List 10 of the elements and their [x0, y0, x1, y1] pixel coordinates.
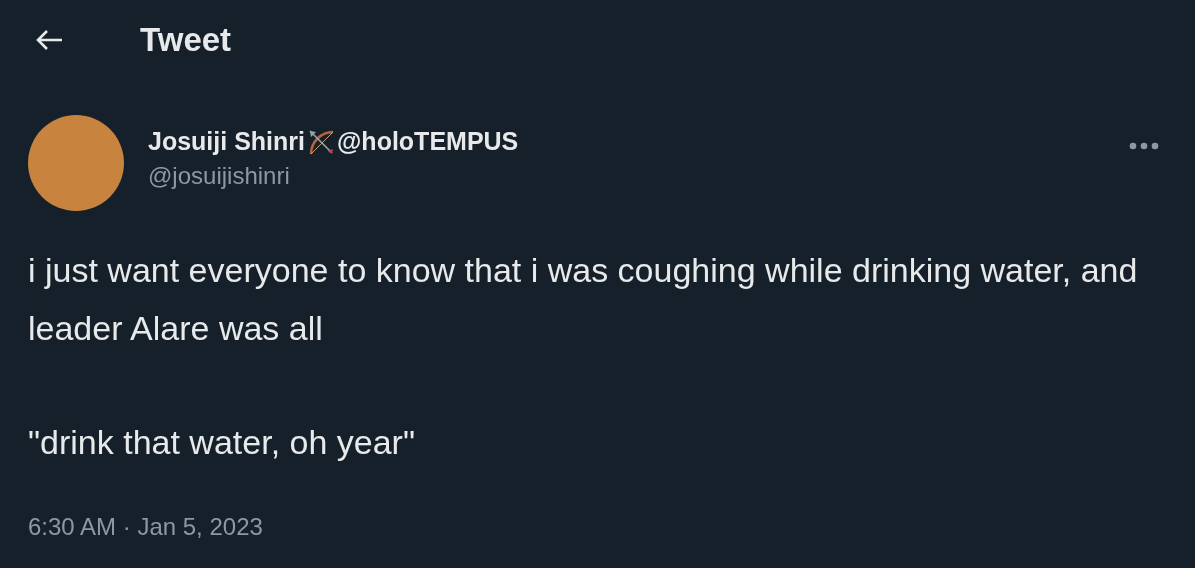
display-name[interactable]: Josuiji Shinri — [148, 127, 305, 156]
more-options-icon[interactable] — [1129, 142, 1159, 150]
display-name-suffix: @holoTEMPUS — [337, 127, 519, 156]
tweet-text: i just want everyone to know that i was coughing while drinking water, and leader Alare was all — [28, 250, 1139, 349]
page-title: Tweet — [140, 21, 232, 59]
user-handle[interactable]: @josuijishinri — [148, 162, 290, 190]
tweet-timestamp[interactable]: 6:30 AM · Jan 5, 2023 — [28, 513, 263, 541]
bow-and-arrow-icon — [307, 127, 335, 156]
back-arrow-icon[interactable] — [34, 28, 64, 52]
tweet-text: "drink that water, oh year" — [28, 422, 416, 463]
